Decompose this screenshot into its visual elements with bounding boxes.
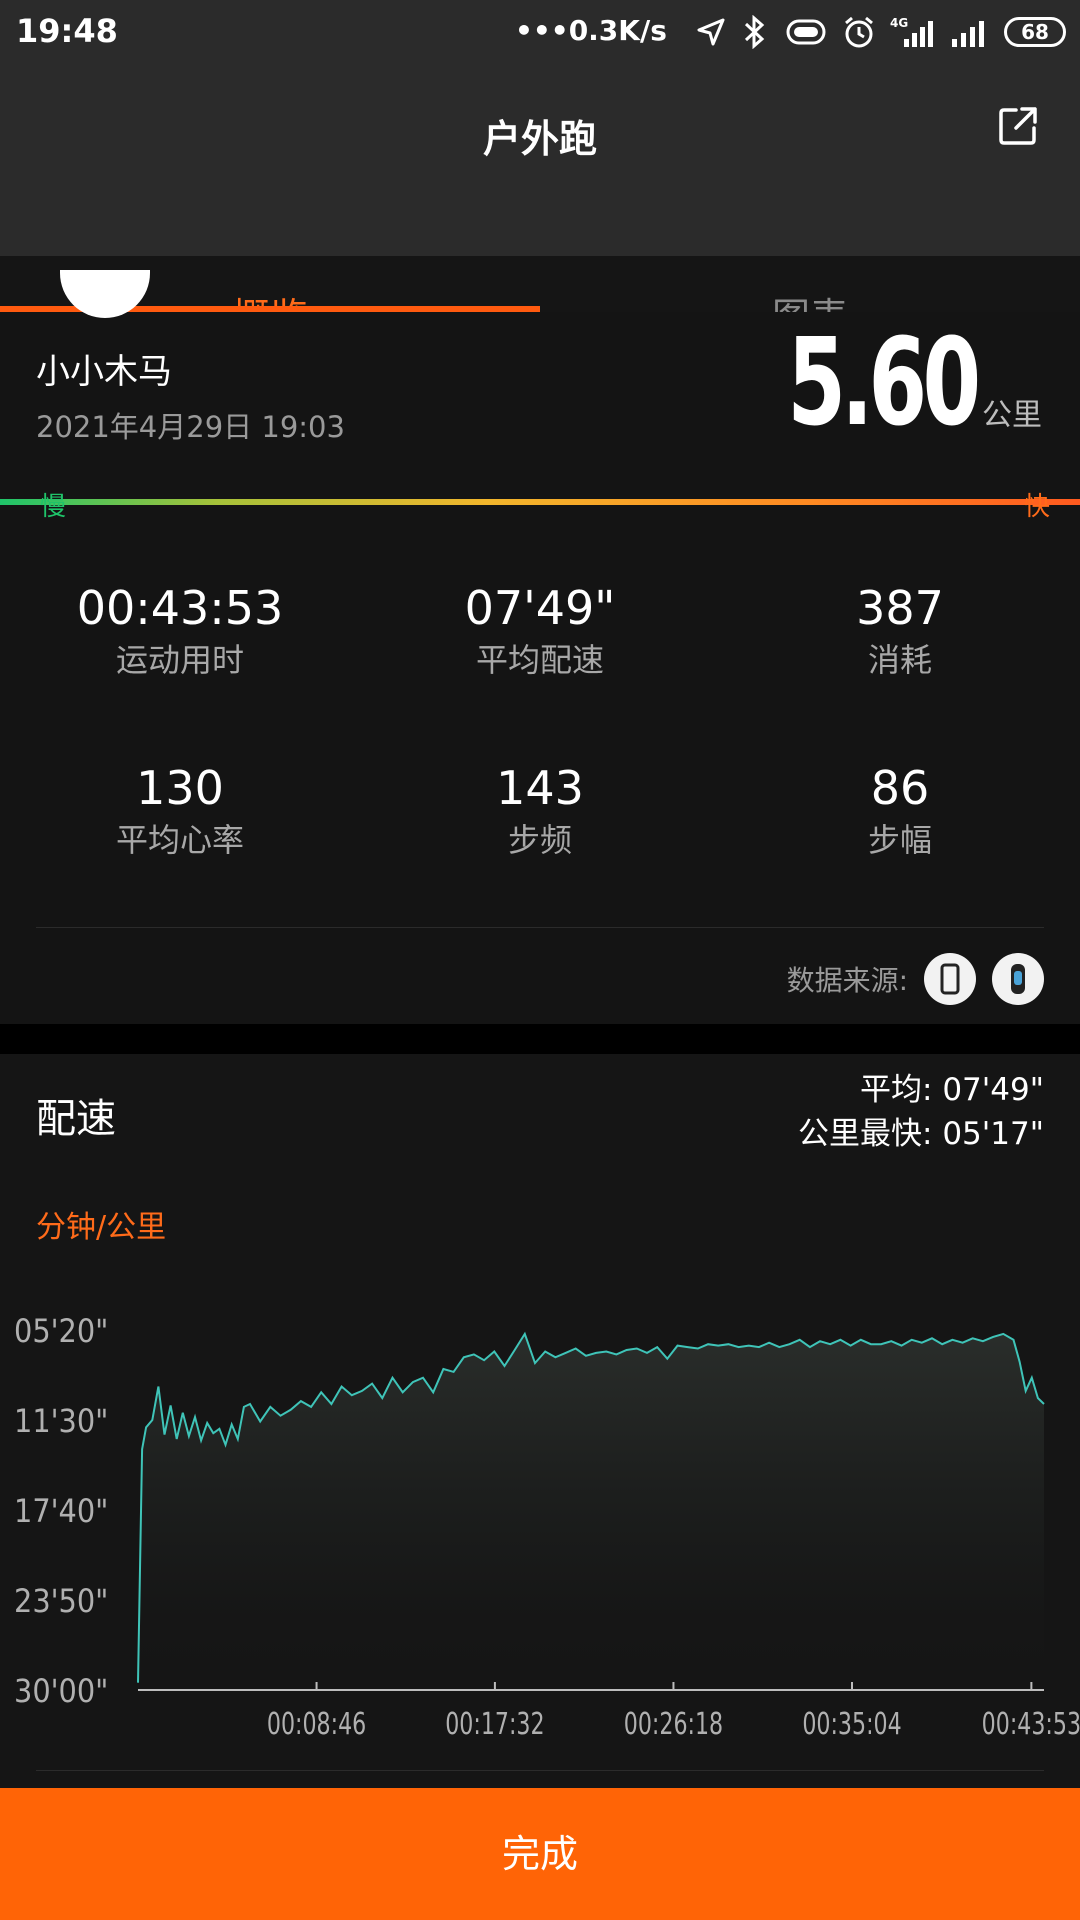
y-tick-label: 30'00" <box>14 1672 108 1710</box>
signal-icon <box>952 21 984 47</box>
stat-label: 平均配速 <box>475 641 604 679</box>
x-tick-label: 00:26:18 <box>624 1708 723 1742</box>
speed-fast-label: 快 <box>1023 492 1050 522</box>
y-tick-label: 05'20" <box>14 1312 108 1350</box>
stat-value: 07'49" <box>464 581 616 635</box>
stat-value: 00:43:53 <box>76 581 284 635</box>
vibrate-icon <box>786 19 826 45</box>
location-arrow-icon <box>697 18 725 46</box>
battery-icon: 68 <box>1004 17 1066 47</box>
status-icons: 4G 68 <box>696 12 1066 52</box>
stat-avg-heart-rate: 130 平均心率 <box>30 760 330 862</box>
pace-summary: 平均: 07'49" 公里最快: 05'17" <box>798 1068 1044 1156</box>
pace-fastest-km: 公里最快: 05'17" <box>798 1116 1044 1152</box>
status-time: 19:48 <box>16 12 118 50</box>
done-button[interactable]: 完成 <box>0 1788 1080 1920</box>
stat-value: 130 <box>136 761 224 815</box>
stat-value: 143 <box>496 761 584 815</box>
share-external-icon[interactable] <box>996 104 1040 148</box>
distance-display: 5.60 公里 <box>734 324 1042 444</box>
x-tick-label: 00:17:32 <box>445 1708 544 1742</box>
page-title: 户外跑 <box>482 117 597 161</box>
pace-title: 配速 <box>36 1096 116 1142</box>
stat-label: 平均心率 <box>115 821 244 859</box>
stat-duration: 00:43:53 运动用时 <box>30 580 330 682</box>
bluetooth-icon <box>744 15 765 49</box>
divider <box>36 1770 1044 1771</box>
stat-calories: 387 消耗 <box>750 580 1050 682</box>
stat-stride: 86 步幅 <box>750 760 1050 862</box>
speed-slow-label: 慢 <box>40 492 67 522</box>
x-tick-label: 00:35:04 <box>802 1708 901 1742</box>
pace-unit-label: 分钟/公里 <box>36 1210 167 1245</box>
stat-label: 运动用时 <box>115 641 244 679</box>
distance-unit: 公里 <box>982 398 1042 433</box>
app-bar: 户外跑 概览 图表 <box>0 66 1080 339</box>
stat-cadence: 143 步频 <box>390 760 690 862</box>
x-tick-label: 00:08:46 <box>267 1708 366 1742</box>
status-bar: 19:48 •••0.3K/s 4G 68 <box>0 0 1080 66</box>
stat-label: 步频 <box>507 821 572 859</box>
alarm-icon <box>845 16 873 48</box>
section-gap <box>0 1024 1080 1054</box>
stat-value: 86 <box>870 761 930 815</box>
y-tick-label: 17'40" <box>14 1492 108 1530</box>
speed-gradient-bar <box>0 499 1080 505</box>
phone-icon <box>924 953 976 1005</box>
data-source: 数据来源: <box>787 952 1044 1006</box>
stat-value: 387 <box>856 581 944 635</box>
pace-average: 平均: 07'49" <box>860 1072 1044 1108</box>
user-name: 小小木马 <box>36 352 172 392</box>
net-speed: •••0.3K/s <box>515 14 667 47</box>
stat-avg-pace: 07'49" 平均配速 <box>390 580 690 682</box>
y-tick-label: 11'30" <box>14 1402 108 1440</box>
workout-datetime: 2021年4月29日 19:03 <box>36 410 345 444</box>
x-tick-label: 00:43:53 <box>982 1708 1080 1742</box>
distance-value: 5.60 <box>786 314 981 453</box>
y-tick-label: 23'50" <box>14 1582 108 1620</box>
signal-4g-icon: 4G <box>890 16 933 47</box>
band-icon <box>992 953 1044 1005</box>
pace-chart: 05'20" 11'30" 17'40" 23'50" 30'00" 00:08:46 0… <box>14 1312 1080 1742</box>
stat-label: 步幅 <box>867 821 932 859</box>
divider <box>36 927 1044 928</box>
data-source-label: 数据来源: <box>786 964 908 997</box>
svg-text:4G: 4G <box>890 16 908 30</box>
stat-label: 消耗 <box>867 641 932 679</box>
pace-area <box>138 1333 1044 1690</box>
